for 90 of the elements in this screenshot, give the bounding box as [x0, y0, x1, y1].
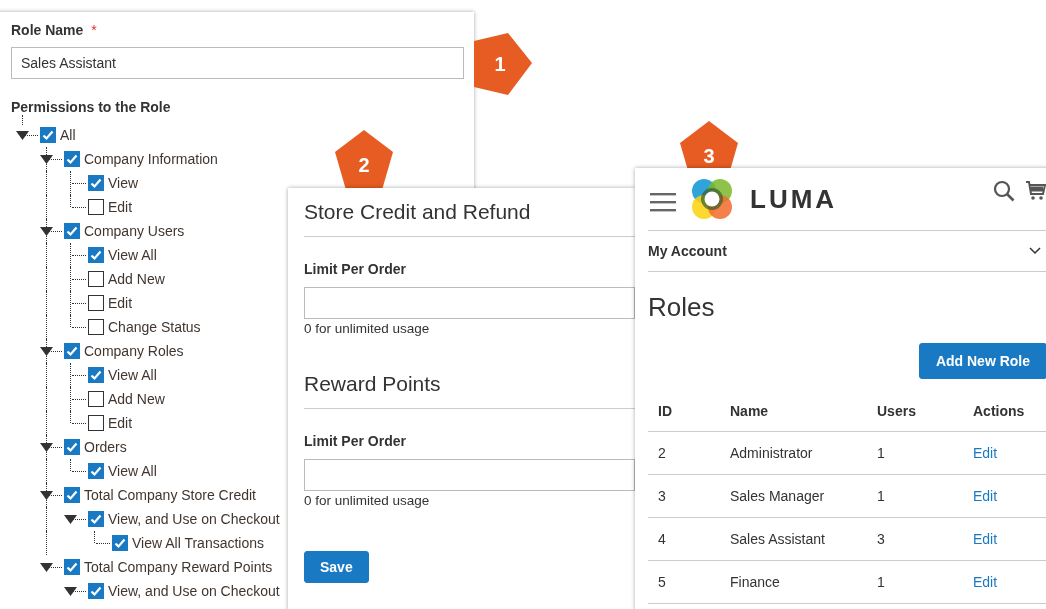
table-cell: Administrator — [720, 431, 867, 475]
column-header: ID — [648, 403, 720, 432]
collapse-arrow-icon[interactable] — [16, 131, 29, 140]
column-header: Actions — [963, 403, 1046, 432]
table-cell: 3 — [648, 474, 720, 518]
section-label: Permissions to the Role — [11, 99, 172, 115]
permission-label: View All Transactions — [132, 535, 265, 551]
checkbox[interactable] — [64, 487, 80, 503]
edit-link[interactable]: Edit — [973, 531, 998, 547]
checkbox[interactable] — [88, 367, 104, 383]
permission-label: All — [60, 127, 76, 143]
table-cell: 5 — [648, 560, 720, 604]
role-name-field[interactable]: Sales Assistant — [11, 47, 464, 79]
permission-label: View All — [108, 247, 157, 263]
column-header: Users — [867, 403, 963, 432]
checkbox[interactable] — [88, 463, 104, 479]
permission-label: View All — [108, 367, 157, 383]
table-cell: 1 — [867, 474, 963, 518]
limit-field[interactable] — [304, 459, 635, 491]
permission-label: View, and Use on Checkout — [108, 511, 280, 527]
checkbox[interactable] — [88, 295, 104, 311]
checkbox[interactable] — [64, 151, 80, 167]
permission-label: Total Company Reward Points — [84, 559, 273, 575]
field-hint: 0 for unlimited usage — [304, 493, 430, 508]
cart-icon[interactable] — [1025, 180, 1046, 202]
required-mark: * — [91, 22, 97, 38]
permission-label: Total Company Store Credit — [84, 487, 256, 503]
permission-label: Edit — [108, 415, 133, 431]
checkbox[interactable] — [88, 247, 104, 263]
permission-label: View, and Use on Checkout — [108, 583, 280, 599]
collapse-arrow-icon[interactable] — [40, 443, 53, 452]
search-icon[interactable] — [993, 180, 1015, 202]
table-cell: Sales Manager — [720, 474, 867, 518]
field-label: Role Name — [11, 22, 84, 38]
save-button[interactable]: Save — [304, 551, 369, 583]
permission-label: Add New — [108, 271, 165, 287]
checkbox[interactable] — [88, 175, 104, 191]
menu-icon[interactable] — [650, 192, 676, 212]
table-cell: Sales Assistant — [720, 517, 867, 561]
permission-label: Company Information — [84, 151, 218, 167]
permission-label: View All — [108, 463, 157, 479]
permission-label: Edit — [108, 199, 133, 215]
permission-label: View — [108, 175, 139, 191]
add-role-button[interactable]: Add New Role — [918, 343, 1046, 379]
table-cell: 4 — [648, 517, 720, 561]
limit-field[interactable] — [304, 287, 635, 319]
checkbox[interactable] — [40, 127, 56, 143]
permission-label: Company Roles — [84, 343, 184, 359]
edit-link[interactable]: Edit — [973, 574, 998, 590]
table-cell: 1 — [867, 560, 963, 604]
edit-link[interactable]: Edit — [973, 445, 998, 461]
step-badge: 1 — [474, 33, 532, 95]
account-menu[interactable]: My Account — [648, 231, 1046, 272]
checkbox[interactable] — [88, 391, 104, 407]
collapse-arrow-icon[interactable] — [40, 491, 53, 500]
checkbox[interactable] — [88, 199, 104, 215]
permission-label: Company Users — [84, 223, 185, 239]
logo-icon[interactable] — [690, 177, 734, 221]
collapse-arrow-icon[interactable] — [64, 515, 77, 524]
permission-label: Change Status — [108, 319, 201, 335]
checkbox[interactable] — [88, 583, 104, 599]
collapse-arrow-icon[interactable] — [40, 155, 53, 164]
table-cell: 3 — [867, 517, 963, 561]
collapse-arrow-icon[interactable] — [40, 563, 53, 572]
logo-text: LUMA — [750, 183, 838, 215]
field-hint: 0 for unlimited usage — [304, 321, 430, 336]
collapse-arrow-icon[interactable] — [40, 347, 53, 356]
collapse-arrow-icon[interactable] — [40, 227, 53, 236]
checkbox[interactable] — [64, 343, 80, 359]
field-label: Limit Per Order — [304, 261, 407, 277]
checkbox[interactable] — [112, 535, 128, 551]
checkbox[interactable] — [88, 319, 104, 335]
permission-label: Orders — [84, 439, 127, 455]
field-label: Limit Per Order — [304, 433, 407, 449]
table-cell: 2 — [648, 431, 720, 475]
checkbox[interactable] — [88, 271, 104, 287]
permission-label: Add New — [108, 391, 165, 407]
page-title: Roles — [648, 292, 716, 323]
checkbox[interactable] — [88, 415, 104, 431]
column-header: Name — [720, 403, 867, 432]
checkbox[interactable] — [64, 439, 80, 455]
collapse-arrow-icon[interactable] — [64, 587, 77, 596]
checkbox[interactable] — [64, 559, 80, 575]
table-cell: Finance — [720, 560, 867, 604]
checkbox[interactable] — [64, 223, 80, 239]
table-cell: 1 — [867, 431, 963, 475]
checkbox[interactable] — [88, 511, 104, 527]
permission-label: Edit — [108, 295, 133, 311]
chevron-down-icon — [1029, 247, 1041, 255]
edit-link[interactable]: Edit — [973, 488, 998, 504]
